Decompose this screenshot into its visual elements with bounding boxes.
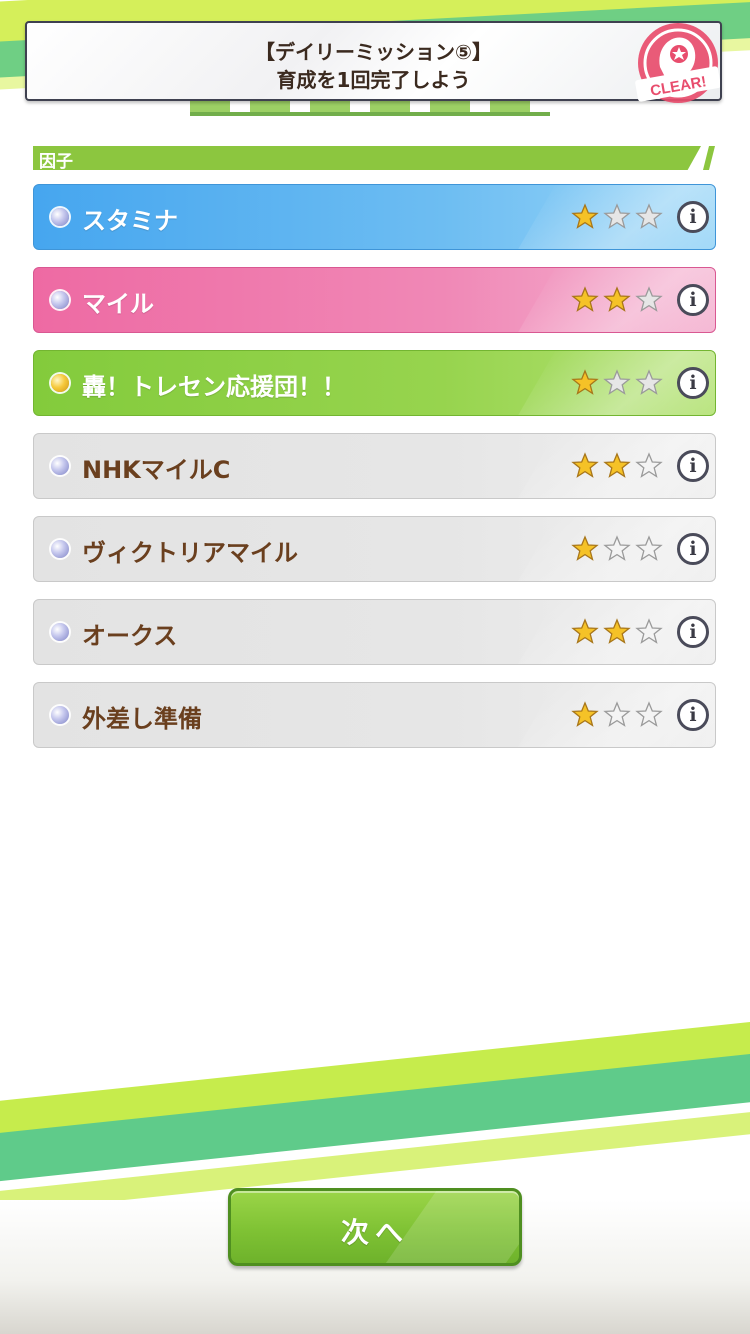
factor-rank-dot-icon: [51, 457, 69, 475]
bottom-decor-stripes: [0, 1000, 750, 1334]
factor-star-rating: [571, 203, 663, 231]
star-empty-icon: [635, 701, 663, 727]
factor-rank-dot-icon: [51, 208, 69, 226]
factor-star-rating: [571, 369, 663, 397]
factor-star-rating: [571, 452, 663, 480]
next-button-label: 次へ: [340, 1216, 409, 1249]
factor-name: スタミナ: [82, 207, 178, 235]
star-filled-icon: [571, 452, 599, 478]
factor-row[interactable]: スタミナ i: [33, 184, 716, 250]
section-header-factors: 因子: [33, 146, 715, 172]
factor-rank-dot-icon: [51, 623, 69, 641]
info-icon[interactable]: i: [677, 201, 709, 233]
section-title: 因子: [39, 152, 73, 172]
info-icon[interactable]: i: [677, 450, 709, 482]
star-empty-icon: [635, 369, 663, 395]
mission-description: 育成を1回完了しよう: [276, 68, 471, 92]
star-filled-icon: [571, 535, 599, 561]
factor-star-rating: [571, 618, 663, 646]
factor-rank-dot-icon: [51, 291, 69, 309]
info-icon[interactable]: i: [677, 699, 709, 731]
mission-banner[interactable]: 【デイリーミッション⑤】 育成を1回完了しよう CLEAR!: [25, 21, 722, 103]
star-filled-icon: [571, 203, 599, 229]
star-empty-icon: [635, 618, 663, 644]
info-icon[interactable]: i: [677, 367, 709, 399]
star-empty-icon: [635, 452, 663, 478]
factor-name: 外差し準備: [82, 705, 202, 733]
factor-rank-dot-icon: [51, 706, 69, 724]
factor-rank-dot-icon: [51, 374, 69, 392]
factor-star-rating: [571, 535, 663, 563]
star-filled-icon: [571, 286, 599, 312]
star-empty-icon: [635, 535, 663, 561]
star-empty-icon: [635, 286, 663, 312]
factor-row[interactable]: ヴィクトリアマイル i: [33, 516, 716, 582]
clear-stamp-icon: CLEAR!: [635, 23, 720, 103]
factor-row[interactable]: 外差し準備 i: [33, 682, 716, 748]
info-icon-glyph: i: [689, 289, 697, 311]
info-icon-glyph: i: [689, 206, 697, 228]
star-empty-icon: [603, 369, 631, 395]
factor-name: マイル: [82, 290, 154, 318]
star-filled-icon: [571, 618, 599, 644]
star-filled-icon: [603, 286, 631, 312]
info-icon[interactable]: i: [677, 284, 709, 316]
mission-title: 【デイリーミッション⑤】: [255, 40, 492, 64]
star-filled-icon: [603, 618, 631, 644]
factor-row[interactable]: オークス i: [33, 599, 716, 665]
info-icon-glyph: i: [689, 621, 697, 643]
star-empty-icon: [603, 203, 631, 229]
factor-name: ヴィクトリアマイル: [82, 539, 298, 567]
info-icon-glyph: i: [689, 455, 697, 477]
info-icon[interactable]: i: [677, 616, 709, 648]
star-empty-icon: [635, 203, 663, 229]
factor-star-rating: [571, 286, 663, 314]
factor-row[interactable]: マイル i: [33, 267, 716, 333]
star-filled-icon: [571, 369, 599, 395]
factor-row[interactable]: NHKマイルC i: [33, 433, 716, 499]
info-icon-glyph: i: [689, 538, 697, 560]
factor-name: 轟！トレセン応援団！！: [82, 373, 346, 401]
star-empty-icon: [603, 535, 631, 561]
factor-name: オークス: [82, 622, 178, 650]
factor-rank-dot-icon: [51, 540, 69, 558]
info-icon[interactable]: i: [677, 533, 709, 565]
factor-row[interactable]: 轟！トレセン応援団！！ i: [33, 350, 716, 416]
info-icon-glyph: i: [689, 372, 697, 394]
star-filled-icon: [603, 452, 631, 478]
star-empty-icon: [603, 701, 631, 727]
star-filled-icon: [571, 701, 599, 727]
next-button[interactable]: 次へ: [228, 1188, 522, 1266]
factor-name: NHKマイルC: [82, 456, 231, 484]
info-icon-glyph: i: [689, 704, 697, 726]
factor-star-rating: [571, 701, 663, 729]
